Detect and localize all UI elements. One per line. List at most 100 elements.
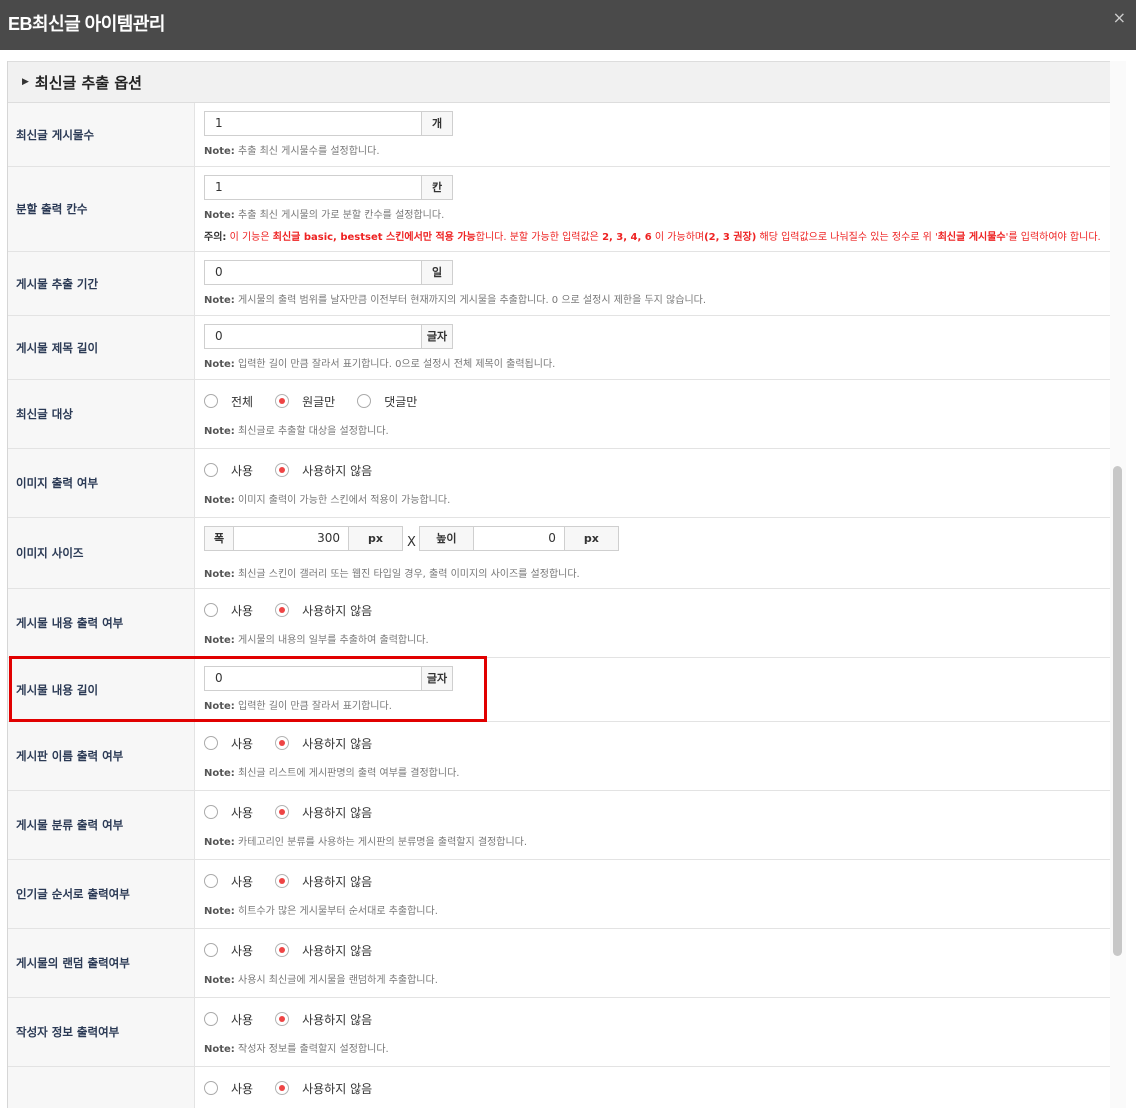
caret-right-icon: ▶ xyxy=(22,77,29,87)
row-label: 게시판 이름 출력 여부 xyxy=(8,722,195,790)
close-icon[interactable]: × xyxy=(1113,8,1126,27)
section-title: 최신글 추출 옵션 xyxy=(34,73,142,92)
unit-label: 칸 xyxy=(422,175,453,200)
row-author: 작성자 정보 출력여부 사용 사용하지 않음 Note: 작성자 정보를 출력할… xyxy=(8,998,1110,1067)
unit-label: 글자 xyxy=(422,666,453,691)
note-text: Note: 최신글 리스트에 게시판명의 출력 여부를 결정합니다. xyxy=(204,768,460,779)
radio-original-only[interactable]: 원글만 xyxy=(275,393,335,410)
title-length-input[interactable]: 0 xyxy=(204,324,422,349)
row-category: 게시물 분류 출력 여부 사용 사용하지 않음 Note: 카테고리인 분류를 … xyxy=(8,791,1110,860)
row-period: 게시물 추출 기간 0 일 Note: 게시물의 출력 범위를 날자만큼 이전부… xyxy=(8,252,1110,316)
warning-text: 주의: 이 기능은 최신글 basic, bestset 스킨에서만 적용 가능… xyxy=(204,232,1101,243)
radio-circle[interactable] xyxy=(275,394,290,408)
radio-circle[interactable] xyxy=(204,805,218,819)
height-label: 높이 xyxy=(418,526,474,551)
radio-circle[interactable] xyxy=(204,874,218,888)
radio-circle[interactable] xyxy=(204,1012,218,1026)
radio-not-use[interactable]: 사용하지 않음 xyxy=(275,804,372,821)
columns-input[interactable]: 1 xyxy=(204,175,422,200)
unit-label: px xyxy=(564,526,619,551)
radio-circle[interactable] xyxy=(204,943,218,957)
period-input[interactable]: 0 xyxy=(204,260,422,285)
times-separator: X xyxy=(407,535,416,550)
radio-use[interactable]: 사용 xyxy=(204,804,253,821)
window-edge xyxy=(1128,61,1136,1108)
radio-circle[interactable] xyxy=(275,943,290,957)
note-text: Note: 사용시 최신글에 게시물을 랜덤하게 추출합니다. xyxy=(204,975,438,986)
row-popular: 인기글 순서로 출력여부 사용 사용하지 않음 Note: 히트수가 많은 게시… xyxy=(8,860,1110,929)
row-label: 게시물의 랜덤 출력여부 xyxy=(8,929,195,997)
row-label: 게시물 내용 길이 xyxy=(8,658,195,721)
note-text: Note: 최신글 스킨이 갤러리 또는 웹진 타입일 경우, 출력 이미지의 … xyxy=(204,569,580,580)
radio-circle[interactable] xyxy=(204,603,218,617)
row-image-size: 이미지 사이즈 폭 300 px X 높이 0 px Note: 최신글 스킨이… xyxy=(8,518,1110,589)
radio-not-use[interactable]: 사용하지 않음 xyxy=(275,735,372,752)
radio-circle[interactable] xyxy=(275,874,290,888)
radio-circle[interactable] xyxy=(204,736,218,750)
note-text: Note: 작성자 정보를 출력할지 설정합니다. xyxy=(204,1044,389,1055)
radio-not-use[interactable]: 사용하지 않음 xyxy=(275,873,372,890)
radio-not-use[interactable]: 사용하지 않음 xyxy=(275,462,372,479)
scrollbar-thumb[interactable] xyxy=(1113,466,1122,956)
row-label: 게시물 내용 출력 여부 xyxy=(8,589,195,657)
row-label: 분할 출력 칸수 xyxy=(8,167,195,251)
radio-use[interactable]: 사용 xyxy=(204,735,253,752)
radio-use[interactable]: 사용 xyxy=(204,1080,253,1097)
radio-not-use[interactable]: 사용하지 않음 xyxy=(275,1080,372,1097)
unit-label: 글자 xyxy=(422,324,453,349)
row-post-count: 최신글 게시물수 1 개 Note: 추출 최신 게시물수를 설정합니다. xyxy=(8,103,1110,167)
window-titlebar: EB최신글 아이템관리 × xyxy=(0,0,1136,50)
window-title: EB최신글 아이템관리 xyxy=(8,14,166,34)
radio-circle[interactable] xyxy=(204,394,218,408)
row-label: 최신글 대상 xyxy=(8,380,195,448)
row-partial: 사용 사용하지 않음 xyxy=(8,1067,1110,1108)
note-text: Note: 입력한 길이 만큼 잘라서 표기합니다. xyxy=(204,701,392,712)
note-text: Note: 게시물의 출력 범위를 날자만큼 이전부터 현재까지의 게시물을 추… xyxy=(204,295,707,306)
note-text: Note: 추출 최신 게시물수를 설정합니다. xyxy=(204,146,380,157)
radio-not-use[interactable]: 사용하지 않음 xyxy=(275,942,372,959)
scrollbar[interactable] xyxy=(1110,61,1126,1108)
unit-label: 일 xyxy=(422,260,453,285)
options-panel: ▶ 최신글 추출 옵션 최신글 게시물수 1 개 Note: 추출 최신 게시물… xyxy=(7,61,1111,1108)
row-label: 게시물 제목 길이 xyxy=(8,316,195,379)
post-count-input[interactable]: 1 xyxy=(204,111,422,136)
row-label: 이미지 출력 여부 xyxy=(8,449,195,517)
note-text: Note: 히트수가 많은 게시물부터 순서대로 추출합니다. xyxy=(204,906,438,917)
unit-label: px xyxy=(349,526,403,551)
note-text: Note: 이미지 출력이 가능한 스킨에서 적용이 가능합니다. xyxy=(204,495,451,506)
row-label: 게시물 분류 출력 여부 xyxy=(8,791,195,859)
radio-not-use[interactable]: 사용하지 않음 xyxy=(275,602,372,619)
radio-all[interactable]: 전체 xyxy=(204,393,253,410)
section-header[interactable]: ▶ 최신글 추출 옵션 xyxy=(8,61,1110,103)
radio-circle[interactable] xyxy=(275,603,290,617)
radio-circle[interactable] xyxy=(275,736,290,750)
radio-circle[interactable] xyxy=(275,463,290,477)
radio-use[interactable]: 사용 xyxy=(204,602,253,619)
radio-circle[interactable] xyxy=(357,394,372,408)
radio-not-use[interactable]: 사용하지 않음 xyxy=(275,1011,372,1028)
note-text: Note: 추출 최신 게시물의 가로 분할 칸수를 설정합니다. xyxy=(204,210,445,221)
radio-circle[interactable] xyxy=(204,1081,218,1095)
row-label xyxy=(8,1067,195,1108)
radio-use[interactable]: 사용 xyxy=(204,1011,253,1028)
row-board-name: 게시판 이름 출력 여부 사용 사용하지 않음 Note: 최신글 리스트에 게… xyxy=(8,722,1110,791)
note-text: Note: 게시물의 내용의 일부를 추출하여 출력합니다. xyxy=(204,635,429,646)
row-title-length: 게시물 제목 길이 0 글자 Note: 입력한 길이 만큼 잘라서 표기합니다… xyxy=(8,316,1110,380)
radio-comments-only[interactable]: 댓글만 xyxy=(357,393,417,410)
radio-use[interactable]: 사용 xyxy=(204,873,253,890)
radio-circle[interactable] xyxy=(275,805,290,819)
note-text: Note: 카테고리인 분류를 사용하는 게시판의 분류명을 출력할지 결정합니… xyxy=(204,837,528,848)
row-image-output: 이미지 출력 여부 사용 사용하지 않음 Note: 이미지 출력이 가능한 스… xyxy=(8,449,1110,518)
radio-use[interactable]: 사용 xyxy=(204,942,253,959)
radio-circle[interactable] xyxy=(275,1012,290,1026)
width-label: 폭 xyxy=(204,526,234,551)
height-input[interactable]: 0 xyxy=(473,526,565,551)
row-label: 게시물 추출 기간 xyxy=(8,252,195,315)
content-length-input[interactable]: 0 xyxy=(204,666,422,691)
width-input[interactable]: 300 xyxy=(234,526,349,551)
row-label: 작성자 정보 출력여부 xyxy=(8,998,195,1066)
radio-circle[interactable] xyxy=(275,1081,290,1095)
radio-circle[interactable] xyxy=(204,463,218,477)
unit-label: 개 xyxy=(422,111,453,136)
radio-use[interactable]: 사용 xyxy=(204,462,253,479)
